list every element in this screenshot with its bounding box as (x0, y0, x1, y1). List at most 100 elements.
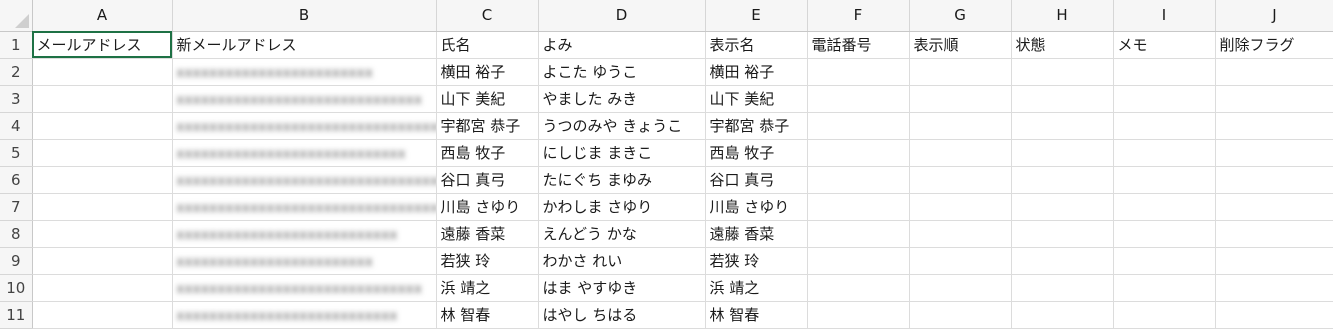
cell-i5[interactable] (1113, 139, 1216, 167)
cell-h9[interactable] (1011, 247, 1114, 275)
cell-g2[interactable] (909, 58, 1012, 86)
cell-i7[interactable] (1113, 193, 1216, 221)
cell-a7[interactable] (32, 193, 173, 221)
cell-f3[interactable] (807, 85, 910, 113)
cell-e3[interactable]: 山下 美紀 (705, 85, 808, 113)
column-header-e[interactable]: E (705, 0, 808, 32)
cell-d10[interactable]: はま やすゆき (538, 274, 706, 302)
cell-f1[interactable]: 電話番号 (807, 31, 910, 59)
cell-f7[interactable] (807, 193, 910, 221)
column-header-f[interactable]: F (807, 0, 910, 32)
cell-h7[interactable] (1011, 193, 1114, 221)
row-header[interactable]: 1 (0, 31, 33, 59)
cell-g6[interactable] (909, 166, 1012, 194)
cell-c10[interactable]: 浜 靖之 (436, 274, 539, 302)
cell-g4[interactable] (909, 112, 1012, 140)
cell-j4[interactable] (1215, 112, 1333, 140)
cell-c4[interactable]: 宇都宮 恭子 (436, 112, 539, 140)
cell-b10[interactable]: xxxxxxxxxxxxxxxxxxxxxxxxxxxxxx (172, 274, 437, 302)
cell-j10[interactable] (1215, 274, 1333, 302)
cell-e1[interactable]: 表示名 (705, 31, 808, 59)
cell-e11[interactable]: 林 智春 (705, 301, 808, 329)
cell-a6[interactable] (32, 166, 173, 194)
cell-a11[interactable] (32, 301, 173, 329)
cell-h4[interactable] (1011, 112, 1114, 140)
cell-j3[interactable] (1215, 85, 1333, 113)
cell-f5[interactable] (807, 139, 910, 167)
column-header-b[interactable]: B (172, 0, 437, 32)
cell-i2[interactable] (1113, 58, 1216, 86)
cell-b8[interactable]: xxxxxxxxxxxxxxxxxxxxxxxxxxx (172, 220, 437, 248)
cell-g11[interactable] (909, 301, 1012, 329)
cell-b6[interactable]: xxxxxxxxxxxxxxxxxxxxxxxxxxxxxxxxxxx (172, 166, 437, 194)
cell-f11[interactable] (807, 301, 910, 329)
cell-b3[interactable]: xxxxxxxxxxxxxxxxxxxxxxxxxxxxxx (172, 85, 437, 113)
column-header-h[interactable]: H (1011, 0, 1114, 32)
cell-h6[interactable] (1011, 166, 1114, 194)
cell-a10[interactable] (32, 274, 173, 302)
cell-d1[interactable]: よみ (538, 31, 706, 59)
row-header[interactable]: 4 (0, 112, 33, 140)
cell-b11[interactable]: xxxxxxxxxxxxxxxxxxxxxxxxxxx (172, 301, 437, 329)
cell-g7[interactable] (909, 193, 1012, 221)
cell-a2[interactable] (32, 58, 173, 86)
cell-f8[interactable] (807, 220, 910, 248)
cell-g1[interactable]: 表示順 (909, 31, 1012, 59)
cell-b1[interactable]: 新メールアドレス (172, 31, 437, 59)
select-all-corner[interactable] (0, 0, 33, 32)
row-header[interactable]: 8 (0, 220, 33, 248)
column-header-g[interactable]: G (909, 0, 1012, 32)
cell-d3[interactable]: やました みき (538, 85, 706, 113)
cell-c3[interactable]: 山下 美紀 (436, 85, 539, 113)
cell-f2[interactable] (807, 58, 910, 86)
cell-i10[interactable] (1113, 274, 1216, 302)
cell-g3[interactable] (909, 85, 1012, 113)
cell-i11[interactable] (1113, 301, 1216, 329)
cell-j11[interactable] (1215, 301, 1333, 329)
cell-c8[interactable]: 遠藤 香菜 (436, 220, 539, 248)
cell-j5[interactable] (1215, 139, 1333, 167)
cell-i9[interactable] (1113, 247, 1216, 275)
column-header-d[interactable]: D (538, 0, 706, 32)
cell-b7[interactable]: xxxxxxxxxxxxxxxxxxxxxxxxxxxxxxxx (172, 193, 437, 221)
cell-d8[interactable]: えんどう かな (538, 220, 706, 248)
cell-g5[interactable] (909, 139, 1012, 167)
cell-a4[interactable] (32, 112, 173, 140)
cell-h2[interactable] (1011, 58, 1114, 86)
cell-g10[interactable] (909, 274, 1012, 302)
row-header[interactable]: 7 (0, 193, 33, 221)
cell-e5[interactable]: 西島 牧子 (705, 139, 808, 167)
cell-a5[interactable] (32, 139, 173, 167)
cell-e10[interactable]: 浜 靖之 (705, 274, 808, 302)
column-header-j[interactable]: J (1215, 0, 1333, 32)
cell-f4[interactable] (807, 112, 910, 140)
cell-i3[interactable] (1113, 85, 1216, 113)
cell-d5[interactable]: にしじま まきこ (538, 139, 706, 167)
row-header[interactable]: 6 (0, 166, 33, 194)
cell-j9[interactable] (1215, 247, 1333, 275)
cell-i1[interactable]: メモ (1113, 31, 1216, 59)
column-header-c[interactable]: C (436, 0, 539, 32)
cell-e9[interactable]: 若狭 玲 (705, 247, 808, 275)
row-header[interactable]: 11 (0, 301, 33, 329)
cell-d2[interactable]: よこた ゆうこ (538, 58, 706, 86)
cell-h10[interactable] (1011, 274, 1114, 302)
cell-d11[interactable]: はやし ちはる (538, 301, 706, 329)
cell-d6[interactable]: たにぐち まゆみ (538, 166, 706, 194)
column-header-i[interactable]: I (1113, 0, 1216, 32)
cell-a8[interactable] (32, 220, 173, 248)
cell-e7[interactable]: 川島 さゆり (705, 193, 808, 221)
cell-j2[interactable] (1215, 58, 1333, 86)
cell-c6[interactable]: 谷口 真弓 (436, 166, 539, 194)
cell-f9[interactable] (807, 247, 910, 275)
row-header[interactable]: 10 (0, 274, 33, 302)
cell-b5[interactable]: xxxxxxxxxxxxxxxxxxxxxxxxxxxx (172, 139, 437, 167)
cell-j6[interactable] (1215, 166, 1333, 194)
cell-b2[interactable]: xxxxxxxxxxxxxxxxxxxxxxxx (172, 58, 437, 86)
cell-a3[interactable] (32, 85, 173, 113)
cell-i8[interactable] (1113, 220, 1216, 248)
cell-c11[interactable]: 林 智春 (436, 301, 539, 329)
cell-i6[interactable] (1113, 166, 1216, 194)
cell-c2[interactable]: 横田 裕子 (436, 58, 539, 86)
row-header[interactable]: 3 (0, 85, 33, 113)
